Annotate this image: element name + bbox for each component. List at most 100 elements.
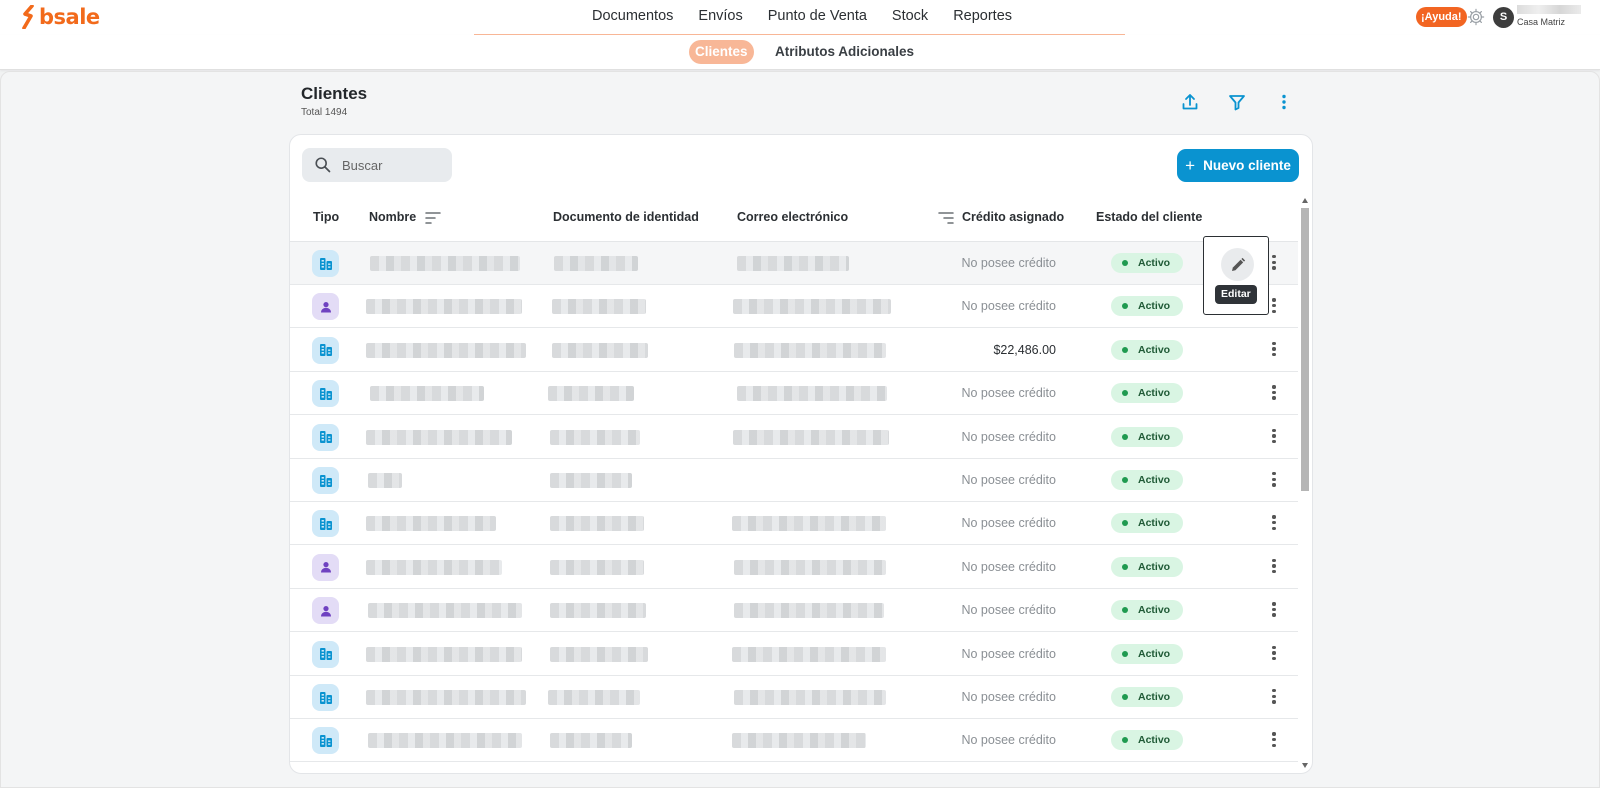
row-more-icon[interactable] (1270, 732, 1278, 750)
col-header-nombre[interactable]: Nombre (369, 210, 416, 224)
table-row[interactable]: No posee crédito Activo (290, 676, 1298, 719)
credit-value: No posee crédito (961, 473, 1056, 487)
document-redacted (550, 646, 648, 662)
table-row[interactable]: No posee crédito Activo (290, 719, 1298, 763)
table-row[interactable]: No posee crédito Activo (290, 546, 1298, 589)
row-more-icon[interactable] (1270, 645, 1278, 664)
email-redacted (732, 733, 866, 749)
row-more-icon[interactable] (1270, 341, 1278, 360)
name-redacted (368, 733, 522, 749)
tab-atributos-adicionales[interactable]: Atributos Adicionales (775, 44, 914, 59)
email-redacted (733, 429, 889, 445)
edit-button[interactable] (1221, 248, 1254, 281)
new-client-label: Nuevo cliente (1203, 158, 1291, 173)
document-redacted (550, 733, 632, 749)
search-icon (315, 157, 331, 173)
scroll-thumb[interactable] (1301, 208, 1309, 491)
sort-icon[interactable] (938, 211, 954, 225)
row-more-icon[interactable] (1270, 689, 1278, 707)
gear-icon[interactable] (1467, 8, 1485, 26)
nav-documentos[interactable]: Documentos (580, 8, 686, 24)
new-client-button[interactable]: + Nuevo cliente (1177, 149, 1299, 182)
row-more-icon[interactable] (1270, 298, 1278, 316)
credit-value: No posee crédito (961, 646, 1056, 661)
branch-label[interactable]: Casa Matriz (1517, 17, 1565, 27)
row-more-icon[interactable] (1270, 385, 1278, 403)
name-redacted (366, 299, 522, 315)
table-row[interactable]: No posee crédito Activo (290, 633, 1298, 676)
document-redacted (550, 559, 644, 575)
email-redacted (734, 603, 884, 619)
company-icon (312, 380, 339, 408)
document-redacted (548, 386, 634, 402)
status-dot (1122, 477, 1128, 483)
table-row[interactable]: $22,486.00 Activo (290, 329, 1298, 372)
row-more-icon[interactable] (1270, 515, 1278, 533)
export-icon[interactable] (1180, 92, 1200, 112)
document-redacted (550, 473, 632, 488)
nav-envios[interactable]: Envíos (686, 8, 755, 24)
document-redacted (552, 299, 646, 315)
status-label: Activo (1138, 430, 1171, 443)
table-row[interactable]: No posee crédito Activo (290, 502, 1298, 546)
status-label: Activo (1138, 300, 1171, 313)
nav-stock[interactable]: Stock (879, 8, 940, 24)
table-row[interactable]: No posee crédito Activo (290, 285, 1298, 329)
table-row[interactable]: No posee crédito Activo (290, 459, 1298, 502)
email-redacted (734, 342, 886, 358)
table-row[interactable]: No posee crédito Activo (290, 242, 1298, 285)
more-vert-icon[interactable] (1274, 92, 1294, 112)
search-box[interactable] (302, 148, 452, 182)
person-icon (312, 293, 339, 321)
sub-nav: Clientes Atributos Adicionales (0, 35, 1600, 70)
status-dot (1122, 563, 1128, 570)
page-subtitle: Total 1494 (301, 107, 348, 118)
sort-icon[interactable] (425, 211, 441, 225)
document-redacted (552, 342, 648, 358)
col-header-credito[interactable]: Crédito asignado (962, 210, 1064, 224)
scrollbar[interactable] (1300, 196, 1310, 771)
scroll-up-arrow[interactable] (1302, 198, 1308, 203)
table-row[interactable]: No posee crédito Activo (290, 372, 1298, 416)
status-dot (1122, 433, 1128, 440)
brand-logo[interactable]: bsale (22, 5, 100, 29)
filter-icon[interactable] (1227, 92, 1247, 112)
row-more-icon[interactable] (1270, 558, 1278, 577)
status-label: Activo (1138, 560, 1171, 573)
status-dot (1122, 607, 1128, 614)
edit-pencil-icon (1231, 257, 1245, 271)
row-more-icon[interactable] (1270, 472, 1278, 490)
table-row[interactable]: No posee crédito Activo (290, 589, 1298, 633)
person-icon (312, 553, 339, 581)
search-input[interactable] (342, 157, 442, 173)
name-redacted (368, 473, 402, 488)
avatar[interactable]: S (1493, 7, 1514, 28)
help-button[interactable]: ¡Ayuda! (1416, 7, 1467, 27)
name-redacted (366, 342, 526, 358)
status-label: Activo (1138, 257, 1171, 269)
tab-clientes[interactable]: Clientes (689, 40, 754, 64)
nav-punto-de-venta[interactable]: Punto de Venta (755, 8, 879, 24)
table-row[interactable]: No posee crédito Activo (290, 416, 1298, 459)
company-icon (312, 467, 339, 494)
status-label: Activo (1138, 647, 1171, 660)
status-badge: Activo (1111, 426, 1183, 447)
status-dot (1122, 520, 1128, 527)
col-header-correo: Correo electrónico (737, 210, 849, 224)
status-badge: Activo (1111, 600, 1183, 621)
credit-value: No posee crédito (961, 603, 1056, 618)
scroll-down-arrow[interactable] (1302, 763, 1308, 768)
email-redacted (732, 516, 886, 532)
row-more-icon[interactable] (1270, 428, 1278, 447)
status-badge: Activo (1111, 556, 1183, 577)
row-more-icon[interactable] (1270, 602, 1278, 620)
document-redacted (550, 516, 644, 532)
nav-reportes[interactable]: Reportes (941, 8, 1025, 24)
col-header-estado: Estado del cliente (1096, 210, 1203, 224)
name-redacted (366, 559, 502, 575)
row-more-icon[interactable] (1270, 255, 1278, 273)
status-label: Activo (1138, 387, 1171, 400)
name-redacted (366, 516, 496, 532)
name-redacted (366, 429, 512, 445)
credit-value: No posee crédito (961, 516, 1056, 531)
